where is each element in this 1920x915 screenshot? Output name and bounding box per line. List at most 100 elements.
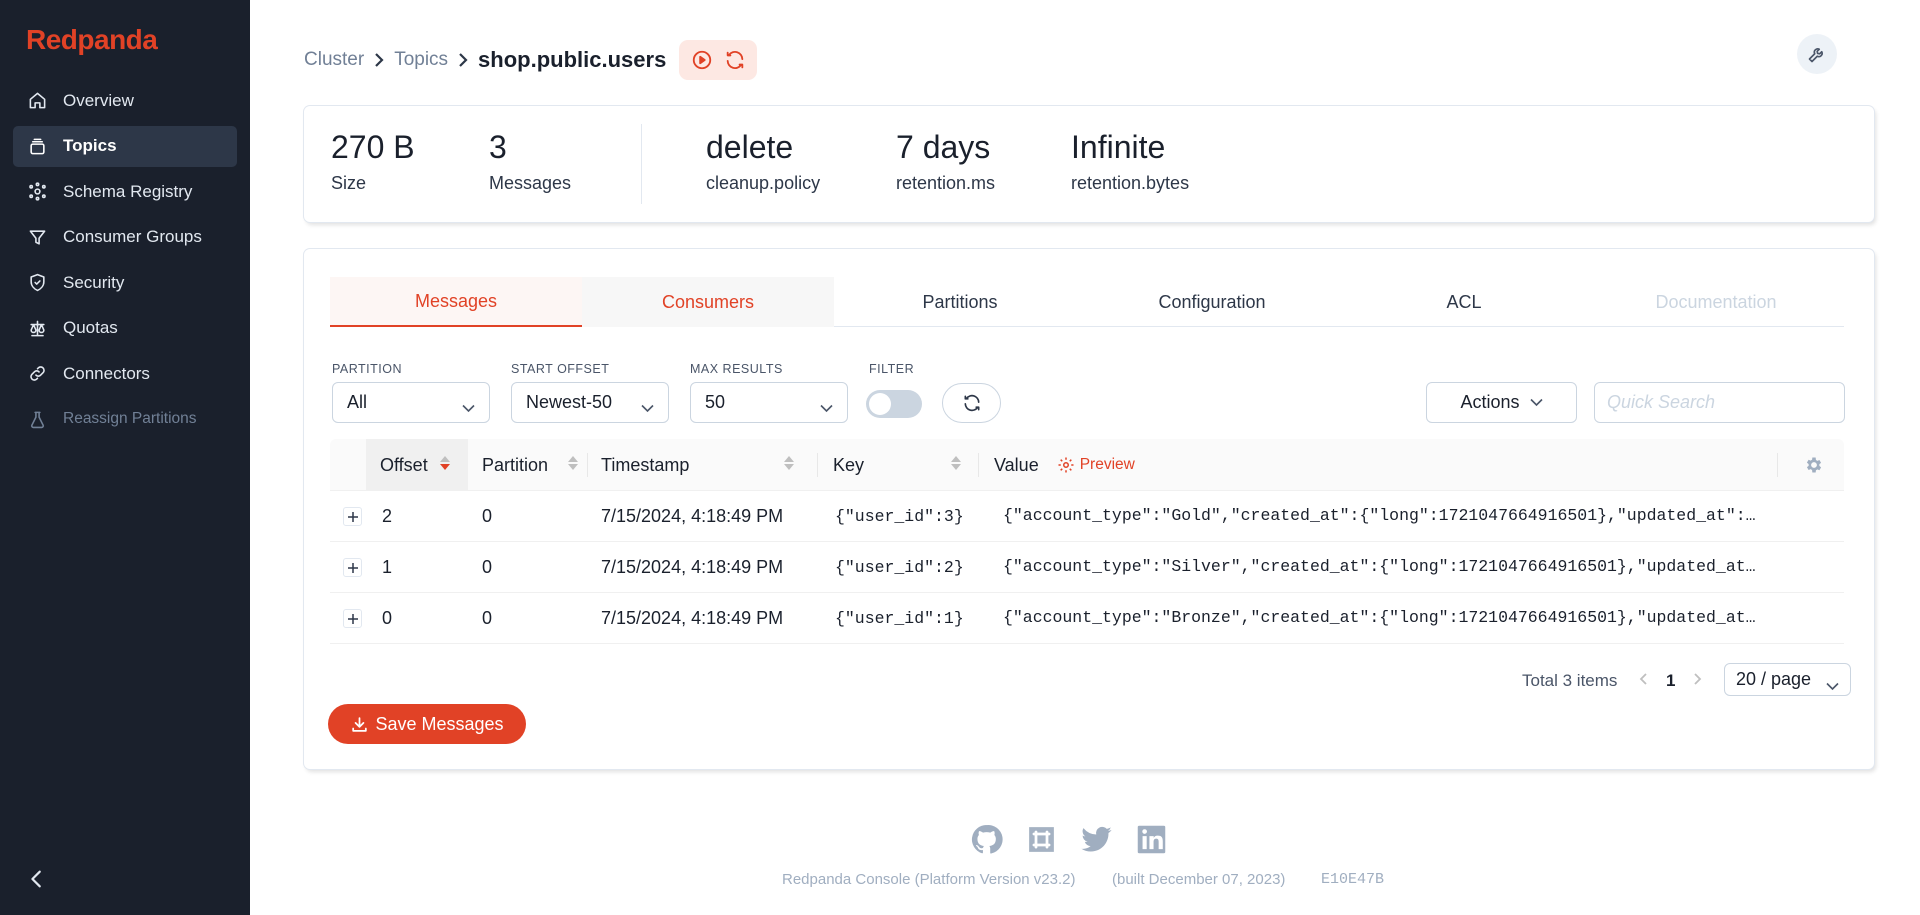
partition-select[interactable]: All xyxy=(332,382,490,423)
column-value: Value Preview xyxy=(994,439,1294,491)
refresh-topic-button[interactable] xyxy=(718,45,751,75)
value-cell: {"account_type":"Silver","created_at":{"… xyxy=(1003,557,1756,576)
prev-page-button[interactable] xyxy=(1639,665,1649,697)
tab-messages[interactable]: Messages xyxy=(330,277,582,327)
preview-label: Preview xyxy=(1079,456,1135,473)
tab-partitions[interactable]: Partitions xyxy=(834,277,1086,327)
column-offset[interactable]: Offset xyxy=(366,439,468,491)
chevron-right-icon xyxy=(373,53,385,67)
sidebar-item-label: Topics xyxy=(63,136,117,155)
refresh-icon xyxy=(964,394,979,412)
sort-icon xyxy=(440,456,450,470)
column-label: Offset xyxy=(380,454,428,475)
column-divider xyxy=(817,453,818,477)
collapse-sidebar-button[interactable] xyxy=(26,868,48,890)
page-title: shop.public.users xyxy=(478,47,667,72)
sidebar-item-quotas[interactable]: Quotas xyxy=(13,308,237,349)
breadcrumb-cluster[interactable]: Cluster xyxy=(304,49,364,71)
stat-label: cleanup.policy xyxy=(706,173,821,194)
partition-value: All xyxy=(347,392,368,412)
save-messages-label: Save Messages xyxy=(375,713,504,734)
max-results-select[interactable]: 50 xyxy=(690,382,848,423)
sidebar-nav: Overview Topics Schema Registry Consumer… xyxy=(13,80,237,444)
next-page-button[interactable] xyxy=(1692,665,1702,697)
offset-cell: 1 xyxy=(382,556,393,577)
github-icon[interactable] xyxy=(970,823,1003,856)
page-size-value: 20 / page xyxy=(1736,669,1812,689)
quick-search-input[interactable] xyxy=(1594,382,1845,423)
topic-actions xyxy=(679,40,758,80)
stat-value: 3 xyxy=(489,129,507,165)
scale-icon xyxy=(27,318,47,338)
beaker-icon xyxy=(27,409,47,429)
tab-configuration[interactable]: Configuration xyxy=(1086,277,1338,327)
footer-built-date: (built December 07, 2023) xyxy=(1112,871,1286,888)
chevron-left-icon xyxy=(1639,671,1649,691)
expand-row-button[interactable] xyxy=(343,609,362,628)
topic-stats-card: 270 B Size 3 Messages delete cleanup.pol… xyxy=(304,106,1874,222)
plus-icon xyxy=(347,511,358,522)
sidebar-item-consumer-groups[interactable]: Consumer Groups xyxy=(13,217,237,258)
key-cell: {"user_id":3} xyxy=(835,506,964,526)
sidebar-item-reassign-partitions[interactable]: Reassign Partitions xyxy=(13,399,237,440)
column-key[interactable]: Key xyxy=(833,439,973,491)
filter-toggle[interactable] xyxy=(866,390,922,418)
column-label: Timestamp xyxy=(601,454,690,475)
tab-documentation[interactable]: Documentation xyxy=(1590,277,1842,327)
column-partition[interactable]: Partition xyxy=(482,439,592,491)
sidebar-item-schema-registry[interactable]: Schema Registry xyxy=(13,171,237,212)
home-icon xyxy=(27,91,47,111)
twitter-icon[interactable] xyxy=(1080,823,1113,856)
linkedin-icon[interactable] xyxy=(1135,823,1168,856)
page-1-button[interactable]: 1 xyxy=(1666,665,1675,697)
max-results-label: MAX RESULTS xyxy=(690,362,783,376)
redpanda-logo[interactable]: Redpanda xyxy=(26,24,158,56)
column-settings-button[interactable] xyxy=(1804,455,1824,475)
expand-row-button[interactable] xyxy=(343,507,362,526)
breadcrumb-topics[interactable]: Topics xyxy=(394,49,448,71)
toggle-knob xyxy=(869,393,891,415)
filter-label: FILTER xyxy=(869,362,915,376)
sidebar-item-connectors[interactable]: Connectors xyxy=(13,353,237,394)
start-offset-label: START OFFSET xyxy=(511,362,610,376)
plus-icon xyxy=(347,562,358,573)
actions-dropdown[interactable]: Actions xyxy=(1426,382,1577,423)
actions-label: Actions xyxy=(1460,392,1520,412)
start-offset-select[interactable]: Newest-50 xyxy=(511,382,669,423)
start-offset-value: Newest-50 xyxy=(526,392,613,412)
sidebar-item-security[interactable]: Security xyxy=(13,262,237,303)
key-cell: {"user_id":1} xyxy=(835,608,964,628)
settings-button[interactable] xyxy=(1797,34,1837,74)
page-size-select[interactable]: 20 / page xyxy=(1724,663,1851,696)
wrench-icon xyxy=(1808,48,1823,63)
table-row[interactable]: 1 0 7/15/2024, 4:18:49 PM {"user_id":2} … xyxy=(330,542,1844,593)
tab-consumers[interactable]: Consumers xyxy=(582,277,834,327)
partition-cell: 0 xyxy=(482,505,493,526)
timestamp-cell: 7/15/2024, 4:18:49 PM xyxy=(601,505,784,526)
save-messages-button[interactable]: Save Messages xyxy=(328,704,526,744)
shield-icon xyxy=(27,273,47,293)
sidebar-item-label: Consumer Groups xyxy=(63,227,202,246)
play-button[interactable] xyxy=(685,45,718,75)
max-results-value: 50 xyxy=(705,392,726,412)
column-timestamp[interactable]: Timestamp xyxy=(601,439,801,491)
column-divider xyxy=(1777,453,1778,477)
topic-details-card: Messages Consumers Partitions Configurat… xyxy=(304,249,1874,769)
table-row[interactable]: 2 0 7/15/2024, 4:18:49 PM {"user_id":3} … xyxy=(330,491,1844,542)
stat-label: Size xyxy=(331,173,367,194)
footer-social-links xyxy=(970,823,1168,856)
stat-value: 7 days xyxy=(896,129,991,165)
expand-row-button[interactable] xyxy=(343,558,362,577)
preview-button[interactable]: Preview xyxy=(1057,456,1135,474)
slack-icon[interactable] xyxy=(1025,823,1058,856)
stat-label: retention.bytes xyxy=(1071,173,1190,194)
sidebar-item-topics[interactable]: Topics xyxy=(13,125,237,167)
table-row[interactable]: 0 0 7/15/2024, 4:18:49 PM {"user_id":1} … xyxy=(330,593,1844,644)
sidebar-item-overview[interactable]: Overview xyxy=(13,80,237,121)
link-icon xyxy=(27,364,47,384)
tab-acl[interactable]: ACL xyxy=(1338,277,1590,327)
chevron-left-icon xyxy=(31,870,41,888)
gear-icon xyxy=(1058,457,1074,473)
funnel-icon xyxy=(27,227,47,247)
refresh-messages-button[interactable] xyxy=(942,383,1001,423)
